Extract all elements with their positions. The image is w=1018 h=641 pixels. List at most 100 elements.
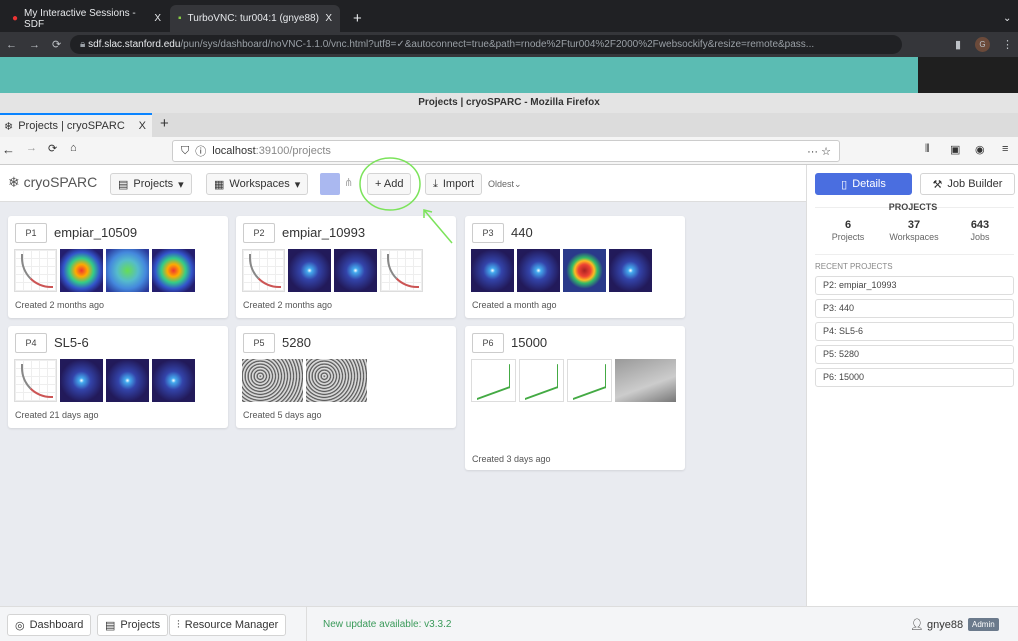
projects-dropdown[interactable]: ▤ Projects ▾ — [110, 173, 192, 195]
cryosparc-logo[interactable]: ❄ cryoSPARC — [8, 174, 97, 191]
sliders-icon: ⫶ — [177, 618, 180, 631]
thumbnail — [60, 359, 103, 402]
dashboard-button[interactable]: ◎ Dashboard — [7, 614, 92, 636]
firefox-tab-projects[interactable]: ❄ Projects | cryoSPARC X — [0, 113, 152, 137]
thumbnail — [242, 249, 285, 292]
thumbnail — [288, 249, 331, 292]
close-icon[interactable]: X — [154, 13, 161, 24]
thumbnail — [334, 249, 377, 292]
info-icon: ⓘ — [195, 146, 207, 158]
user-menu[interactable]: 👤︎ gnye88 — [910, 618, 963, 631]
thumbnail — [242, 359, 303, 402]
stat-projects: 6 Projects — [831, 219, 865, 242]
stat-workspaces: 37 Workspaces — [889, 219, 939, 242]
vnc-banner — [0, 57, 918, 93]
box-icon: ▤ — [105, 619, 116, 632]
thumbnail — [471, 359, 516, 402]
recent-project-item[interactable]: P2: empiar_10993 — [815, 276, 1014, 295]
caret-down-icon: ▾ — [294, 178, 301, 191]
admin-badge: Admin — [968, 618, 999, 631]
firefox-tab-bar: ❄ Projects | cryoSPARC X + — [0, 113, 1018, 137]
projects-heading: PROJECTS — [888, 202, 938, 212]
menu-icon[interactable]: ≡ — [1002, 143, 1008, 155]
reload-icon[interactable]: ⟳ — [52, 38, 61, 51]
back-icon[interactable]: ← — [2, 142, 15, 157]
tab-search-icon[interactable]: ⌄ — [995, 5, 1018, 32]
thumbnail — [106, 249, 149, 292]
project-card[interactable]: P5 5280 Created 5 days ago — [236, 326, 456, 428]
stat-jobs: 643 Jobs — [970, 219, 990, 242]
thumbnail — [14, 249, 57, 292]
dashboard-icon: ◎ — [15, 619, 25, 632]
annotation-circle — [359, 157, 421, 211]
shield-icon: ⛉ — [181, 144, 190, 157]
chrome-tab-sessions[interactable]: ● My Interactive Sessions - SDF X — [4, 5, 169, 32]
library-icon[interactable]: ⫴ — [925, 143, 930, 156]
details-tab[interactable]: ▯ Details — [815, 173, 912, 195]
forward-icon[interactable]: → — [29, 39, 40, 51]
lock-icon: 🔒︎ — [80, 39, 89, 50]
recent-project-item[interactable]: P6: 15000 — [815, 368, 1014, 387]
thumbnail — [14, 359, 57, 402]
projects-button[interactable]: ▤ Projects — [97, 614, 169, 636]
project-card[interactable]: P6 15000 Created 3 days ago — [465, 326, 685, 470]
chrome-tab-bar: ● My Interactive Sessions - SDF X ▪ TurboVN… — [0, 0, 1018, 32]
resource-manager-button[interactable]: ⫶ Resource Manager — [169, 614, 287, 636]
vnc-banner-dark — [918, 57, 1018, 93]
recent-project-item[interactable]: P3: 440 — [815, 299, 1014, 318]
thumbnail — [471, 249, 514, 292]
account-icon[interactable]: ◉ — [975, 143, 985, 156]
project-card[interactable]: P1 empiar_10509 Created 2 months ago — [8, 216, 228, 318]
project-card[interactable]: P3 440 Created a month ago — [465, 216, 685, 318]
profile-avatar[interactable]: G — [975, 37, 990, 52]
forward-icon[interactable]: → — [26, 142, 37, 154]
chrome-address-bar[interactable]: 🔒︎ sdf.slac.stanford.edu/pun/sys/dashboa… — [70, 35, 902, 54]
card-view-toggle[interactable] — [320, 173, 340, 195]
grid-icon: ▦ — [214, 178, 225, 191]
details-sidebar: ▯ Details ⚒ Job Builder PROJECTS 6 Projects… — [806, 165, 1018, 606]
sidebar-icon[interactable]: ▮ — [955, 38, 961, 51]
thumbnail — [306, 359, 367, 402]
new-tab-button[interactable]: + — [160, 115, 169, 132]
sidebar-icon[interactable]: ▣ — [950, 143, 960, 156]
firefox-address-bar[interactable]: ⛉ ⓘ localhost:39100/projects ··· ☆ — [172, 140, 840, 162]
vnc-icon: ▪ — [178, 13, 182, 24]
home-icon[interactable]: ⌂ — [70, 142, 77, 154]
firefox-nav-bar: ← → ⟳ ⌂ ⛉ ⓘ localhost:39100/projects ··· ☆ … — [0, 137, 1018, 165]
document-icon: ▯ — [841, 178, 848, 191]
back-icon[interactable]: ← — [6, 39, 17, 51]
annotation-overlay — [359, 157, 453, 244]
snowflake-icon: ❄ — [4, 120, 14, 133]
sort-dropdown[interactable]: Oldest⌄ — [488, 179, 522, 190]
recent-project-item[interactable]: P4: SL5-6 — [815, 322, 1014, 341]
annotation-arrow — [423, 209, 453, 244]
site-icon: ● — [12, 13, 19, 24]
window-title: Projects | cryoSPARC - Mozilla Firefox — [0, 93, 1018, 113]
project-card[interactable]: P4 SL5-6 Created 21 days ago — [8, 326, 228, 428]
thumbnail — [563, 249, 606, 292]
thumbnail — [615, 359, 676, 402]
hammer-icon: ⚒ — [932, 178, 943, 191]
recent-projects-heading: RECENT PROJECTS — [815, 262, 893, 271]
caret-down-icon: ▾ — [178, 178, 184, 191]
close-icon[interactable]: X — [139, 120, 146, 132]
chrome-tab-turbovnc[interactable]: ▪ TurboVNC: tur004:1 (gnye88) X — [170, 5, 340, 32]
thumbnail — [152, 359, 195, 402]
thumbnail — [609, 249, 652, 292]
thumbnail — [106, 359, 149, 402]
job-builder-tab[interactable]: ⚒ Job Builder — [920, 173, 1015, 195]
thumbnail — [152, 249, 195, 292]
thumbnail — [517, 249, 560, 292]
thumbnail — [380, 249, 423, 292]
menu-icon[interactable]: ⋮ — [1002, 38, 1013, 51]
new-tab-button[interactable]: + — [345, 5, 370, 32]
workspaces-dropdown[interactable]: ▦ Workspaces ▾ — [206, 173, 309, 195]
update-notice[interactable]: New update available: v3.3.2 — [323, 619, 451, 630]
recent-project-item[interactable]: P5: 5280 — [815, 345, 1014, 364]
thumbnail — [567, 359, 612, 402]
chrome-toolbar: ← → ⟳ 🔒︎ sdf.slac.stanford.edu/pun/sys/das… — [0, 32, 1018, 57]
reload-icon[interactable]: ⟳ — [48, 142, 57, 155]
thumbnail — [60, 249, 103, 292]
box-icon: ▤ — [118, 178, 129, 191]
close-icon[interactable]: X — [325, 13, 332, 24]
